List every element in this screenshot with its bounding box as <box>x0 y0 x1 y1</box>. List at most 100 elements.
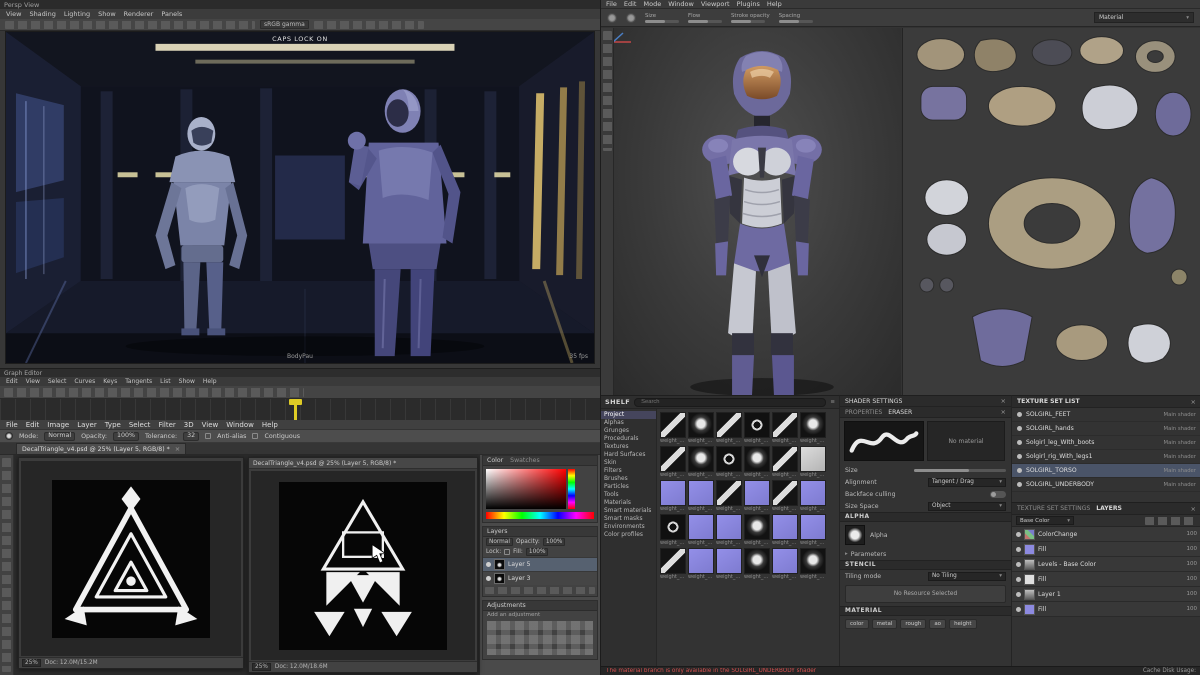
shelf-item[interactable]: weight_subtl... <box>688 514 714 546</box>
layer-row[interactable]: Layer 1 100 <box>1012 587 1200 602</box>
visibility-eye-icon[interactable] <box>1017 454 1022 459</box>
brush-tip-icon[interactable] <box>607 13 617 23</box>
viewport-toolbar-icons-right[interactable] <box>314 21 424 29</box>
visibility-eye-icon[interactable] <box>1017 426 1022 431</box>
shelf-category[interactable]: Alphas <box>601 419 656 427</box>
shelf-category[interactable]: Color profiles <box>601 531 656 539</box>
lock-icon[interactable] <box>504 549 510 555</box>
canvas-1[interactable] <box>52 480 210 638</box>
playhead-flag[interactable] <box>289 399 302 405</box>
visibility-eye-icon[interactable] <box>1016 592 1021 597</box>
menu-item[interactable]: Select <box>48 378 67 385</box>
shelf-category[interactable]: Project <box>601 411 656 419</box>
visibility-eye-icon[interactable] <box>486 576 491 581</box>
painter-tool-icons[interactable] <box>603 31 612 151</box>
layer-thumbnail[interactable] <box>1024 589 1035 600</box>
shelf-item[interactable]: weight_subtl... <box>800 412 826 444</box>
menu-item[interactable]: Viewport <box>701 0 730 8</box>
menu-item[interactable]: Select <box>129 421 151 429</box>
layer-opacity-value[interactable]: 100% <box>543 538 566 546</box>
shelf-category[interactable]: Grunges <box>601 427 656 435</box>
visibility-eye-icon[interactable] <box>1016 577 1021 582</box>
brush-slider[interactable]: Size <box>645 13 679 23</box>
saturation-picker[interactable] <box>486 469 566 509</box>
layer-name[interactable]: Levels - Base Color <box>1038 561 1096 568</box>
shelf-category[interactable]: Hard Surfaces <box>601 451 656 459</box>
menu-item[interactable]: Panels <box>161 10 182 18</box>
shelf-item[interactable]: weight_subtl... <box>716 548 742 580</box>
visibility-eye-icon[interactable] <box>1017 468 1022 473</box>
channel-toggle-button[interactable]: ao <box>929 619 946 629</box>
painter-3d-viewport[interactable] <box>614 28 901 395</box>
layer-row[interactable]: Fill 100 <box>1012 542 1200 557</box>
texture-set-name[interactable]: SOLGIRL_hands <box>1026 425 1160 432</box>
shelf-category[interactable]: Smart masks <box>601 515 656 523</box>
layer-thumbnail[interactable] <box>1024 574 1035 585</box>
layer-fill-value[interactable]: 100% <box>526 548 549 556</box>
document-window-1[interactable]: 25% Doc: 12.0M/15.2M <box>18 457 244 669</box>
layer-opacity-value[interactable]: 100 <box>1187 561 1198 567</box>
layer-name[interactable]: ColorChange <box>1038 531 1077 538</box>
shelf-item[interactable]: weight_subtl... <box>772 480 798 512</box>
shelf-item[interactable]: weight_subtl... <box>688 480 714 512</box>
texture-set-row[interactable]: SOLGIRL_TORSO Main shader <box>1012 464 1200 478</box>
layer-opacity-value[interactable]: 100 <box>1187 576 1198 582</box>
menu-item[interactable]: Curves <box>74 378 95 385</box>
layer-name[interactable]: Layer 3 <box>508 575 530 582</box>
shelf-item[interactable]: weight_subtl... <box>688 548 714 580</box>
brush-slider[interactable]: Spacing <box>779 13 813 23</box>
shelf-item[interactable]: weight_subtl... <box>744 446 770 478</box>
painter-tool-strip[interactable] <box>601 28 614 395</box>
maya-3d-viewport[interactable]: CAPS LOCK ON BodyPau 35 fps <box>5 31 595 364</box>
shelf-category[interactable]: Smart materials <box>601 507 656 515</box>
menu-item[interactable]: Window <box>226 421 254 429</box>
menu-item[interactable]: Help <box>767 0 782 8</box>
brush-preset-icon[interactable] <box>5 432 13 440</box>
shelf-item[interactable]: weight_subtl... <box>660 514 686 546</box>
shelf-item[interactable]: weight_subtl... <box>688 446 714 478</box>
layer-opacity-value[interactable]: 100 <box>1187 546 1198 552</box>
channel-toggle-button[interactable]: rough <box>900 619 926 629</box>
shelf-category[interactable]: Textures <box>601 443 656 451</box>
shelf-item[interactable]: weight_subtl... <box>660 548 686 580</box>
shelf-category[interactable]: Skin <box>601 459 656 467</box>
menu-item[interactable]: Help <box>203 378 217 385</box>
menu-item[interactable]: Shading <box>29 10 55 18</box>
menu-item[interactable]: Type <box>105 421 121 429</box>
menu-item[interactable]: List <box>160 378 171 385</box>
close-icon[interactable]: × <box>1191 505 1196 513</box>
menu-item[interactable]: Show <box>98 10 116 18</box>
visibility-eye-icon[interactable] <box>1016 607 1021 612</box>
tolerance-value[interactable]: 32 <box>183 432 199 441</box>
menu-item[interactable]: Window <box>668 0 694 8</box>
tab-layers[interactable]: LAYERS <box>1096 505 1122 512</box>
anti-alias-checkbox[interactable] <box>205 433 211 439</box>
layer-name[interactable]: Fill <box>1038 576 1046 583</box>
menu-item[interactable]: Tangents <box>125 378 152 385</box>
mode-dropdown[interactable]: Normal <box>44 432 75 441</box>
texture-set-name[interactable]: Solgirl_leg_WIth_boots <box>1026 439 1160 446</box>
layer-thumbnail[interactable] <box>494 573 505 584</box>
slider-track[interactable] <box>688 20 722 23</box>
layers-panel-footer-icons[interactable] <box>485 587 595 594</box>
filter-icon[interactable]: ≡ <box>830 399 835 405</box>
tab-adjustments[interactable]: Adjustments <box>487 602 526 609</box>
shelf-category[interactable]: Materials <box>601 499 656 507</box>
layer-thumbnail[interactable] <box>1024 604 1035 615</box>
contiguous-checkbox[interactable] <box>252 433 258 439</box>
zoom-level-2[interactable]: 25% <box>252 663 271 671</box>
visibility-eye-icon[interactable] <box>1016 562 1021 567</box>
adjustment-icons-grid[interactable] <box>487 621 593 655</box>
size-slider[interactable] <box>914 469 1006 472</box>
menu-item[interactable]: Help <box>262 421 278 429</box>
menu-item[interactable]: File <box>606 0 617 8</box>
channel-toggle-button[interactable]: metal <box>872 619 898 629</box>
alpha-section-header[interactable]: ALPHA <box>840 512 1011 522</box>
shelf-item[interactable]: weight_subtl... <box>800 514 826 546</box>
hue-slider[interactable] <box>568 469 575 509</box>
tab-texture-set-settings[interactable]: TEXTURE SET SETTINGS <box>1017 505 1090 512</box>
zoom-level-1[interactable]: 25% <box>22 659 41 667</box>
layer-name[interactable]: Layer 5 <box>508 561 530 568</box>
blend-mode-dropdown[interactable]: Normal <box>486 538 513 546</box>
texture-set-row[interactable]: SOLGIRL_hands Main shader <box>1012 422 1200 436</box>
